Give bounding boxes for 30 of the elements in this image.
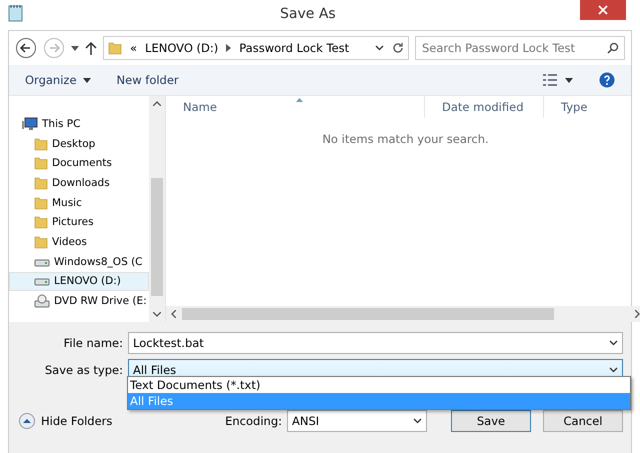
tree-item[interactable]: Desktop [9, 134, 149, 154]
tree-item[interactable]: Pictures [9, 212, 149, 232]
tree-item[interactable]: Music [9, 192, 149, 212]
dropdown-option[interactable]: Text Documents (*.txt) [128, 377, 630, 393]
field-label: File name: [62, 336, 124, 350]
field-label: Save as type: [44, 363, 124, 377]
window-title: Save As [280, 6, 336, 22]
tree-item[interactable]: Documents [9, 153, 149, 174]
address-bar[interactable]: « LENOVO (D:) Password Lock Test [103, 36, 409, 60]
cancel-button[interactable]: Cancel [543, 410, 623, 432]
hide-folders-button[interactable]: Hide Folders [19, 413, 112, 429]
empty-message: No items match your search. [322, 132, 489, 146]
organize-menu[interactable]: Organize [25, 73, 91, 87]
save-button[interactable]: Save [451, 410, 531, 432]
field-label: Encoding: [225, 414, 282, 428]
search-field[interactable]: Search Password Lock Test [415, 36, 625, 60]
tree-item[interactable]: This PC [9, 114, 149, 134]
tree-item[interactable]: Windows8_OS (C [9, 252, 149, 272]
tree-item[interactable]: Videos [9, 232, 149, 252]
encoding-dropdown[interactable]: ANSI [287, 410, 427, 432]
tree-item[interactable]: DVD RW Drive (E: [9, 291, 149, 311]
column-header[interactable]: Type [544, 96, 640, 118]
file-name-field[interactable]: Locktest.bat [128, 332, 623, 354]
tree-item[interactable]: Downloads [9, 173, 149, 193]
breadcrumb[interactable]: Password Lock Test [239, 41, 350, 55]
tree-item[interactable]: LENOVO (D:) [9, 272, 149, 292]
breadcrumb[interactable]: LENOVO (D:) [145, 41, 218, 55]
new-folder-button[interactable]: New folder [116, 73, 179, 87]
column-header[interactable]: Date modified [425, 96, 544, 118]
breadcrumb[interactable]: « [130, 41, 138, 55]
